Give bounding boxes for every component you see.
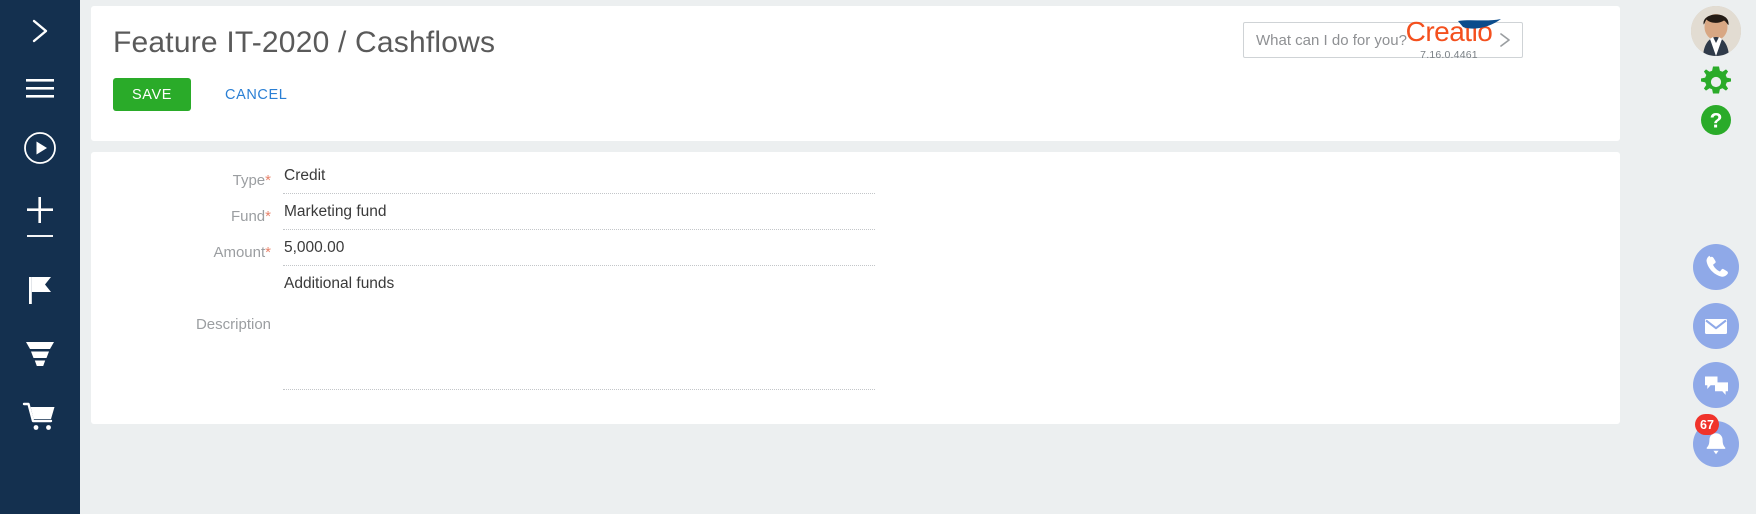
expand-menu-icon[interactable] xyxy=(0,7,80,55)
field-label-amount-text: Amount xyxy=(213,244,266,261)
save-button[interactable]: SAVE xyxy=(113,78,192,111)
field-input-description[interactable]: Additional funds xyxy=(283,274,875,390)
shopping-cart-glyph xyxy=(22,402,55,430)
header-card: Feature IT-2020 / Cashflows SAVE CANCEL … xyxy=(91,6,1620,141)
field-value-amount: 5,000.00 xyxy=(284,239,345,256)
avatar[interactable] xyxy=(1691,6,1741,56)
cashflow-form-card: Type* Credit Fund* Marketing fund Amount… xyxy=(91,152,1620,424)
add-record-icon[interactable] xyxy=(0,186,80,234)
left-sidebar xyxy=(0,0,80,514)
funnel-glyph xyxy=(26,342,54,366)
help-icon[interactable]: ? xyxy=(1690,94,1742,146)
field-value-type: Credit xyxy=(284,167,326,184)
field-value-fund: Marketing fund xyxy=(284,203,387,220)
field-input-amount[interactable]: 5,000.00 xyxy=(283,238,875,266)
notifications-icon[interactable]: 67 xyxy=(1690,414,1742,470)
notification-badge: 67 xyxy=(1695,414,1719,435)
question-circle-glyph: ? xyxy=(1701,105,1731,135)
hamburger-glyph xyxy=(26,79,54,98)
main-menu-icon[interactable] xyxy=(0,65,80,113)
email-icon[interactable] xyxy=(1690,300,1742,352)
field-value-description: Additional funds xyxy=(284,275,395,292)
email-badge xyxy=(1693,303,1739,349)
right-sidebar: ? 67 xyxy=(1676,0,1756,514)
field-label-type-text: Type xyxy=(232,172,266,189)
plus-glyph xyxy=(27,197,53,223)
phone-glyph xyxy=(1706,255,1728,277)
phone-badge xyxy=(1693,244,1739,290)
envelope-glyph xyxy=(1705,319,1727,334)
page-title: Feature IT-2020 / Cashflows xyxy=(113,26,496,59)
field-label-amount: Amount* xyxy=(91,244,271,261)
svg-text:?: ? xyxy=(1710,110,1723,133)
nav-separator xyxy=(27,235,53,237)
field-input-type[interactable]: Credit xyxy=(283,166,875,194)
chevron-right-glyph xyxy=(32,19,48,43)
chat-badge xyxy=(1693,362,1739,408)
main-area: Feature IT-2020 / Cashflows SAVE CANCEL … xyxy=(80,0,1676,514)
field-label-type: Type* xyxy=(91,172,271,189)
logo-swoosh-icon xyxy=(1458,19,1501,29)
field-label-fund: Fund* xyxy=(91,208,271,225)
creatio-logo: Creatio 7.16.0.4461 xyxy=(1391,16,1507,61)
action-bar: SAVE CANCEL xyxy=(113,78,303,111)
app-root: Feature IT-2020 / Cashflows SAVE CANCEL … xyxy=(0,0,1756,514)
phone-icon[interactable] xyxy=(1690,241,1742,293)
required-marker: * xyxy=(265,172,271,189)
run-process-icon[interactable] xyxy=(0,124,80,172)
funnel-icon[interactable] xyxy=(0,330,80,378)
logo-version: 7.16.0.4461 xyxy=(1420,49,1478,61)
play-circle-glyph xyxy=(24,132,56,164)
field-input-fund[interactable]: Marketing fund xyxy=(283,202,875,230)
cancel-button[interactable]: CANCEL xyxy=(209,78,303,111)
avatar-photo xyxy=(1691,6,1741,56)
field-label-fund-text: Fund xyxy=(230,208,266,225)
chat-icon[interactable] xyxy=(1690,359,1742,411)
required-marker: * xyxy=(265,244,271,261)
orders-icon[interactable] xyxy=(0,392,80,440)
chat-bubbles-glyph xyxy=(1704,376,1728,395)
field-label-description: Description xyxy=(195,316,271,333)
campaigns-icon[interactable] xyxy=(0,266,80,314)
flag-glyph xyxy=(29,277,51,304)
required-marker: * xyxy=(265,208,271,225)
